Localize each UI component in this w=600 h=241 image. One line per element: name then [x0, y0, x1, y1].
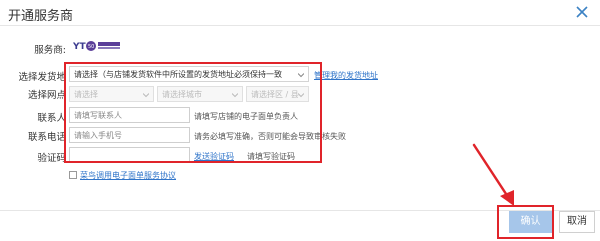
code-label: 验证码 [37, 153, 66, 164]
dialog-title: 开通服务商 [8, 9, 74, 24]
outlet-city-value: 请选择城市 [162, 90, 202, 99]
outlet-district-select[interactable]: 请选择区 / 县 [246, 86, 309, 102]
manage-address-link[interactable]: 管理我的发货地址 [314, 70, 378, 81]
phone-input[interactable] [69, 127, 190, 143]
svg-text:YT: YT [73, 42, 87, 52]
chevron-down-icon [232, 93, 238, 98]
outlet-district-value: 请选择区 / 县 [251, 90, 299, 99]
contact-label: 联系人 [37, 113, 66, 124]
address-select[interactable]: 请选择（与店铺发货软件中所设置的发货地址必须保持一致 [69, 66, 309, 82]
outlet-city-select[interactable]: 请选择城市 [157, 86, 243, 102]
agreement-link[interactable]: 菜鸟调用电子面单服务协议 [80, 170, 176, 181]
contact-hint: 请填写店铺的电子面单负责人 [194, 112, 298, 121]
confirm-button[interactable]: 确认 [509, 211, 552, 233]
close-icon[interactable] [574, 4, 590, 20]
contact-field[interactable] [70, 108, 189, 122]
code-input[interactable] [69, 147, 190, 163]
outlet-province-value: 请选择 [74, 90, 98, 99]
phone-hint: 请务必填写准确，否则可能会导致审核失败 [194, 132, 346, 141]
code-hint: 请填写验证码 [247, 152, 295, 161]
outlet-label: 选择网点 [27, 90, 66, 101]
yto-logo: YT 50 [73, 41, 120, 52]
dialog-titlebar: 开通服务商 [0, 0, 600, 26]
chevron-down-icon [143, 93, 149, 98]
contact-input[interactable] [69, 107, 190, 123]
phone-label: 联系电话 [27, 132, 66, 143]
phone-field[interactable] [70, 128, 189, 142]
outlet-province-select[interactable]: 请选择 [69, 86, 154, 102]
address-label: 选择发货地 [18, 72, 66, 83]
agreement-checkbox[interactable] [69, 171, 77, 179]
chevron-down-icon [298, 93, 304, 98]
svg-text:50: 50 [88, 44, 94, 50]
send-code-link[interactable]: 发送验证码 [194, 151, 234, 162]
chevron-down-icon [298, 73, 304, 78]
code-field[interactable] [70, 148, 189, 162]
provider-label: 服务商: [34, 45, 66, 56]
cancel-button[interactable]: 取消 [559, 211, 595, 233]
address-select-value: 请选择（与店铺发货软件中所设置的发货地址必须保持一致 [74, 70, 282, 79]
